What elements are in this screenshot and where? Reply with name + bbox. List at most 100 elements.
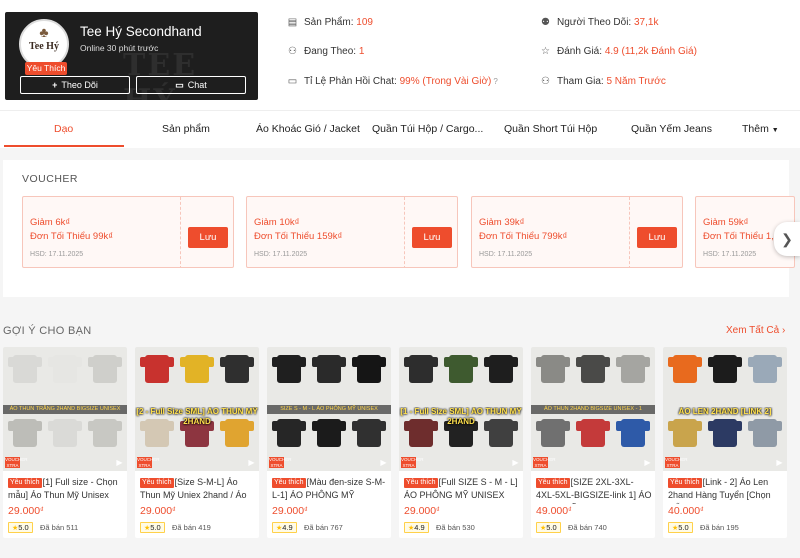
product-card[interactable]: ÁO LEN 2HAND [LINK 2] VOUCHER XTRA ▶ Yêu th… bbox=[663, 347, 787, 538]
stat-products: ▤ Sản Phẩm: 109 bbox=[287, 17, 373, 28]
tab-products[interactable]: Sản phẩm bbox=[162, 123, 210, 135]
video-play-icon[interactable]: ▶ bbox=[642, 457, 653, 468]
see-all-link[interactable]: Xem Tất Cả › bbox=[726, 325, 785, 336]
follow-button-label: Theo Dõi bbox=[61, 80, 98, 90]
tab-home[interactable]: Dạo bbox=[54, 123, 73, 135]
tab-jacket[interactable]: Áo Khoác Gió / Jacket bbox=[256, 123, 360, 135]
shirt-thumbnail bbox=[444, 355, 478, 383]
stat-response-rate: ▭ Tỉ Lệ Phản Hồi Chat: 99% (Trong Vài Giờ… bbox=[287, 76, 498, 87]
active-tab-indicator bbox=[4, 145, 124, 147]
shop-name: Tee Hý Secondhand bbox=[80, 24, 202, 39]
tab-cargo-pants[interactable]: Quần Túi Hộp / Cargo... bbox=[372, 123, 483, 135]
currency-symbol: ₫ bbox=[568, 507, 572, 514]
follow-button[interactable]: + Theo Dõi bbox=[20, 76, 130, 94]
shirt-thumbnail bbox=[748, 355, 782, 383]
product-name[interactable]: Yêu thích [SIZE 2XL-3XL-4XL-5XL-BIGSIZE-l… bbox=[536, 476, 652, 504]
product-card[interactable]: [1 - Full Size SML] ÁO THUN MỸ 2HAND VOUC… bbox=[399, 347, 523, 538]
shirt-thumbnail bbox=[48, 419, 82, 447]
favorite-tag: Yêu thích bbox=[140, 478, 174, 488]
shirt-thumbnail bbox=[88, 355, 122, 383]
product-rating: ★5.0 bbox=[140, 522, 165, 533]
voucher-xtra-tag: VOUCHER XTRA bbox=[137, 457, 160, 468]
chat-button[interactable]: ▭ Chat bbox=[136, 76, 246, 94]
product-rating-value: 4.9 bbox=[414, 523, 425, 532]
product-card[interactable]: ÁO THUN 2HAND BIGSIZE UNISEX - 1 VOUCHER … bbox=[531, 347, 655, 538]
shirt-thumbnail bbox=[352, 419, 386, 447]
product-price: 29.000₫ bbox=[8, 505, 44, 517]
voucher-save-button[interactable]: Lưu bbox=[412, 227, 452, 248]
product-card[interactable]: ÁO THUN TRẮNG 2HAND BIGSIZE UNISEX VOUCHE… bbox=[3, 347, 127, 538]
stat-followers-value: 37,1k bbox=[634, 17, 659, 28]
product-sold-count: Đã bán 511 bbox=[40, 523, 79, 532]
palm-tree-icon: ♣ bbox=[39, 24, 49, 40]
shirt-thumbnail bbox=[404, 355, 438, 383]
tab-more[interactable]: Thêm ▼ bbox=[742, 123, 779, 135]
product-name[interactable]: Yêu thích [Full SIZE S - M - L] ÁO PHÔNG … bbox=[404, 476, 520, 504]
chevron-right-small-icon: › bbox=[781, 325, 786, 336]
video-play-icon[interactable]: ▶ bbox=[114, 457, 125, 468]
product-image-banner: [1 - Full Size SML] ÁO THUN MỸ 2HAND bbox=[400, 407, 522, 426]
shirt-thumbnail bbox=[708, 355, 742, 383]
product-sold-count: Đã bán 419 bbox=[172, 523, 211, 532]
shirt-thumbnail bbox=[272, 419, 306, 447]
product-price-value: 40.000 bbox=[668, 505, 701, 517]
voucher-discount: Giảm 10k₫ bbox=[254, 217, 300, 228]
product-image[interactable]: [2 - Full Size SML] ÁO THUN MỸ 2HAND VOUC… bbox=[135, 347, 259, 471]
voucher-section: VOUCHER Giảm 6k₫ Đơn Tối Thiểu 99k₫ HSD: 1… bbox=[3, 160, 795, 297]
product-sold-count: Đã bán 530 bbox=[436, 523, 475, 532]
product-name[interactable]: Yêu thích [Link - 2] Áo Len 2hand Hàng Tu… bbox=[668, 476, 784, 504]
voucher-card: Giảm 6k₫ Đơn Tối Thiểu 99k₫ HSD: 17.11.202… bbox=[22, 196, 234, 268]
stat-products-label: Sản Phẩm: bbox=[304, 17, 354, 28]
stat-followers-label: Người Theo Dõi: bbox=[557, 17, 632, 28]
video-play-icon[interactable]: ▶ bbox=[378, 457, 389, 468]
stat-following: ⚇ Đang Theo: 1 bbox=[287, 46, 364, 57]
voucher-expiry: HSD: 17.11.2025 bbox=[30, 251, 84, 258]
voucher-discount: Giảm 6k₫ bbox=[30, 217, 71, 228]
product-sold-count: Đã bán 740 bbox=[568, 523, 607, 532]
product-image[interactable]: [1 - Full Size SML] ÁO THUN MỸ 2HAND VOUC… bbox=[399, 347, 523, 471]
chat-icon: ▭ bbox=[287, 76, 298, 87]
voucher-save-button[interactable]: Lưu bbox=[188, 227, 228, 248]
help-icon[interactable]: ? bbox=[493, 77, 497, 86]
voucher-xtra-tag: VOUCHER XTRA bbox=[401, 457, 424, 468]
caret-down-icon: ▼ bbox=[771, 127, 779, 134]
video-play-icon[interactable]: ▶ bbox=[774, 457, 785, 468]
voucher-xtra-tag: VOUCHER XTRA bbox=[5, 457, 28, 468]
product-image[interactable]: ÁO LEN 2HAND [LINK 2] VOUCHER XTRA ▶ bbox=[663, 347, 787, 471]
product-image-banner: SIZE S - M - L ÁO PHÔNG MỸ UNISEX bbox=[267, 405, 391, 414]
voucher-save-button[interactable]: Lưu bbox=[637, 227, 677, 248]
product-card[interactable]: [2 - Full Size SML] ÁO THUN MỸ 2HAND VOUC… bbox=[135, 347, 259, 538]
suggestions-title: GỢI Ý CHO BẠN bbox=[3, 325, 92, 337]
shirt-thumbnail bbox=[668, 355, 702, 383]
star-icon: ☆ bbox=[541, 46, 550, 57]
currency-symbol: ₫ bbox=[436, 507, 440, 514]
product-rating: ★4.9 bbox=[404, 522, 429, 533]
product-name[interactable]: Yêu thích [1] Full size - Chọn mẫu] Áo Th… bbox=[8, 476, 124, 504]
voucher-discount: Giảm 39k₫ bbox=[479, 217, 525, 228]
voucher-card: Giảm 10k₫ Đơn Tối Thiểu 159k₫ HSD: 17.11.2… bbox=[246, 196, 458, 268]
product-image[interactable]: ÁO THUN 2HAND BIGSIZE UNISEX - 1 VOUCHER … bbox=[531, 347, 655, 471]
product-image[interactable]: ÁO THUN TRẮNG 2HAND BIGSIZE UNISEX VOUCHE… bbox=[3, 347, 127, 471]
video-play-icon[interactable]: ▶ bbox=[246, 457, 257, 468]
stat-rating: ☆ Đánh Giá: 4.9 (11,2k Đánh Giá) bbox=[540, 46, 697, 57]
product-sold-count: Đã bán 767 bbox=[304, 523, 343, 532]
product-name[interactable]: Yêu thích [Size S-M-L] Áo Thun Mỹ Uniex 2… bbox=[140, 476, 256, 504]
tab-overall-jeans[interactable]: Quần Yếm Jeans bbox=[631, 123, 712, 135]
currency-symbol: ₫ bbox=[304, 507, 308, 514]
voucher-card: Giảm 39k₫ Đơn Tối Thiểu 799k₫ HSD: 17.11.2… bbox=[471, 196, 683, 268]
product-image[interactable]: SIZE S - M - L ÁO PHÔNG MỸ UNISEX VOUCHER… bbox=[267, 347, 391, 471]
product-rating-value: 5.0 bbox=[18, 523, 29, 532]
product-card[interactable]: SIZE S - M - L ÁO PHÔNG MỸ UNISEX VOUCHER… bbox=[267, 347, 391, 538]
stat-following-label: Đang Theo: bbox=[304, 46, 357, 57]
voucher-min-order: Đơn Tối Thiểu 159k₫ bbox=[254, 231, 343, 242]
tab-cargo-shorts[interactable]: Quần Short Túi Hộp bbox=[504, 123, 597, 135]
product-name[interactable]: Yêu thích [Màu đen-size S-M-L-1] ÁO PHÔNG… bbox=[272, 476, 388, 504]
stat-response-value: 99% (Trong Vài Giờ) bbox=[399, 76, 492, 87]
stat-products-value: 109 bbox=[356, 17, 373, 28]
chevron-right-icon[interactable]: ❯ bbox=[774, 222, 800, 256]
shirt-thumbnail bbox=[536, 355, 570, 383]
stat-followers: ⚉ Người Theo Dõi: 37,1k bbox=[540, 17, 658, 28]
product-price: 40.000₫ bbox=[668, 505, 704, 517]
product-price-value: 29.000 bbox=[140, 505, 173, 517]
video-play-icon[interactable]: ▶ bbox=[510, 457, 521, 468]
